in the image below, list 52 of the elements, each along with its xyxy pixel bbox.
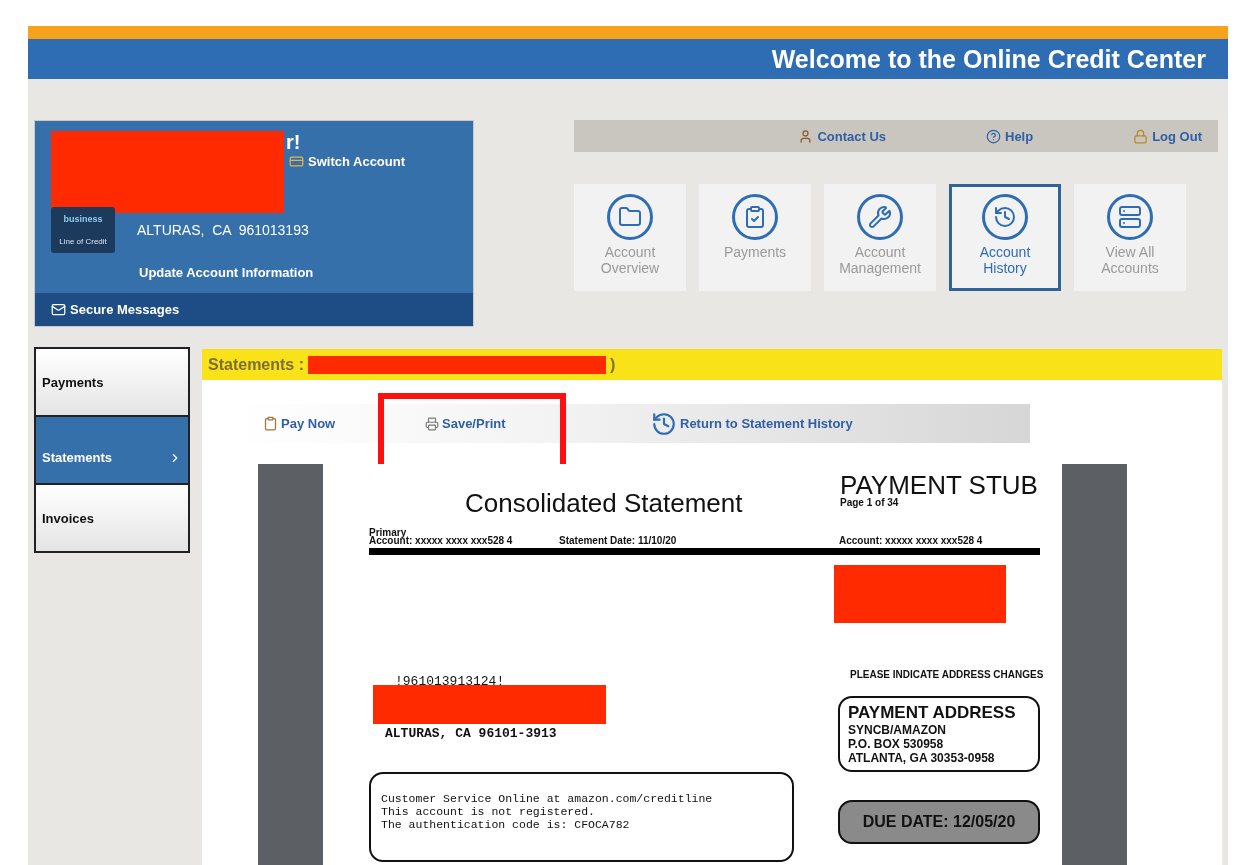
payment-address-title: PAYMENT ADDRESS <box>848 703 1017 723</box>
nav-tile[interactable]: View All Accounts <box>1074 184 1186 291</box>
update-account-link[interactable]: Update Account Information <box>139 265 314 280</box>
top-link[interactable]: Contact Us <box>798 128 886 144</box>
nav-tile[interactable]: Account Management <box>824 184 936 291</box>
payment-address-line: P.O. BOX 530958 <box>848 737 945 751</box>
wrench-icon <box>868 205 892 229</box>
toolbar-link[interactable]: Save/Print <box>425 416 506 431</box>
notice-line: The authentication code is: CFOCA782 <box>381 818 631 831</box>
toolbar-link[interactable]: Return to Statement History <box>651 410 853 437</box>
address-change-note: PLEASE INDICATE ADDRESS CHANGES <box>850 669 1044 680</box>
toolbar-link[interactable]: Pay Now <box>263 416 336 431</box>
printer-icon <box>425 416 439 431</box>
payment-address-line: SYNCB/AMAZON <box>848 723 947 737</box>
primary-label: Primary <box>369 527 407 538</box>
cabinet-icon <box>1118 205 1142 229</box>
page-title: Welcome to the Online Credit Center <box>771 44 1206 74</box>
page-number: Page 1 of 34 <box>840 497 899 508</box>
panel-title-end: ) <box>610 355 616 374</box>
greeting-text: r! <box>286 131 301 154</box>
clock-icon <box>651 410 677 437</box>
envelope-icon <box>51 302 66 317</box>
top-link[interactable]: Log Out <box>1133 128 1202 144</box>
address-text: ALTURAS, CA 961013193 <box>137 222 309 238</box>
notice-line: Customer Service Online at amazon.com/creditline <box>381 792 714 805</box>
statement-title: Consolidated Statement <box>465 488 743 519</box>
secure-messages-link[interactable]: Secure Messages <box>51 302 180 317</box>
card-icon <box>289 154 304 169</box>
account-number: Account: xxxxx xxxx xxx528 4 <box>369 535 514 546</box>
clock-icon <box>993 205 1017 229</box>
mailing-address: ALTURAS, CA 96101-3913 <box>385 726 557 741</box>
sidebar-item[interactable]: Statements <box>34 415 190 485</box>
panel-title: Statements : <box>208 355 305 374</box>
person-icon <box>798 128 814 144</box>
folder-icon <box>618 205 642 229</box>
clipboard-icon <box>743 205 767 229</box>
help-icon <box>986 128 1001 144</box>
switch-account-link[interactable]: Switch Account <box>289 154 406 169</box>
nav-tile[interactable]: Account History <box>949 184 1061 291</box>
sidebar-item[interactable]: Invoices <box>34 483 190 553</box>
due-date: DUE DATE: 12/05/20 <box>838 800 1040 844</box>
statement-date: Statement Date: 11/10/20 <box>559 535 678 546</box>
clipboard-icon <box>263 416 278 431</box>
payment-address-line: ATLANTA, GA 30353-0958 <box>848 751 996 765</box>
stub-account-number: Account: xxxxx xxxx xxx528 4 <box>839 535 984 546</box>
logo: business Line of Credit <box>51 207 115 253</box>
top-link[interactable]: Help <box>986 128 1034 144</box>
nav-tile[interactable]: Account Overview <box>574 184 686 291</box>
padlock-icon <box>1133 128 1149 144</box>
barcode-number: !961013913124! <box>395 674 505 689</box>
notice-line: This account is not registered. <box>381 805 596 818</box>
sidebar-item[interactable]: Payments <box>34 347 190 417</box>
